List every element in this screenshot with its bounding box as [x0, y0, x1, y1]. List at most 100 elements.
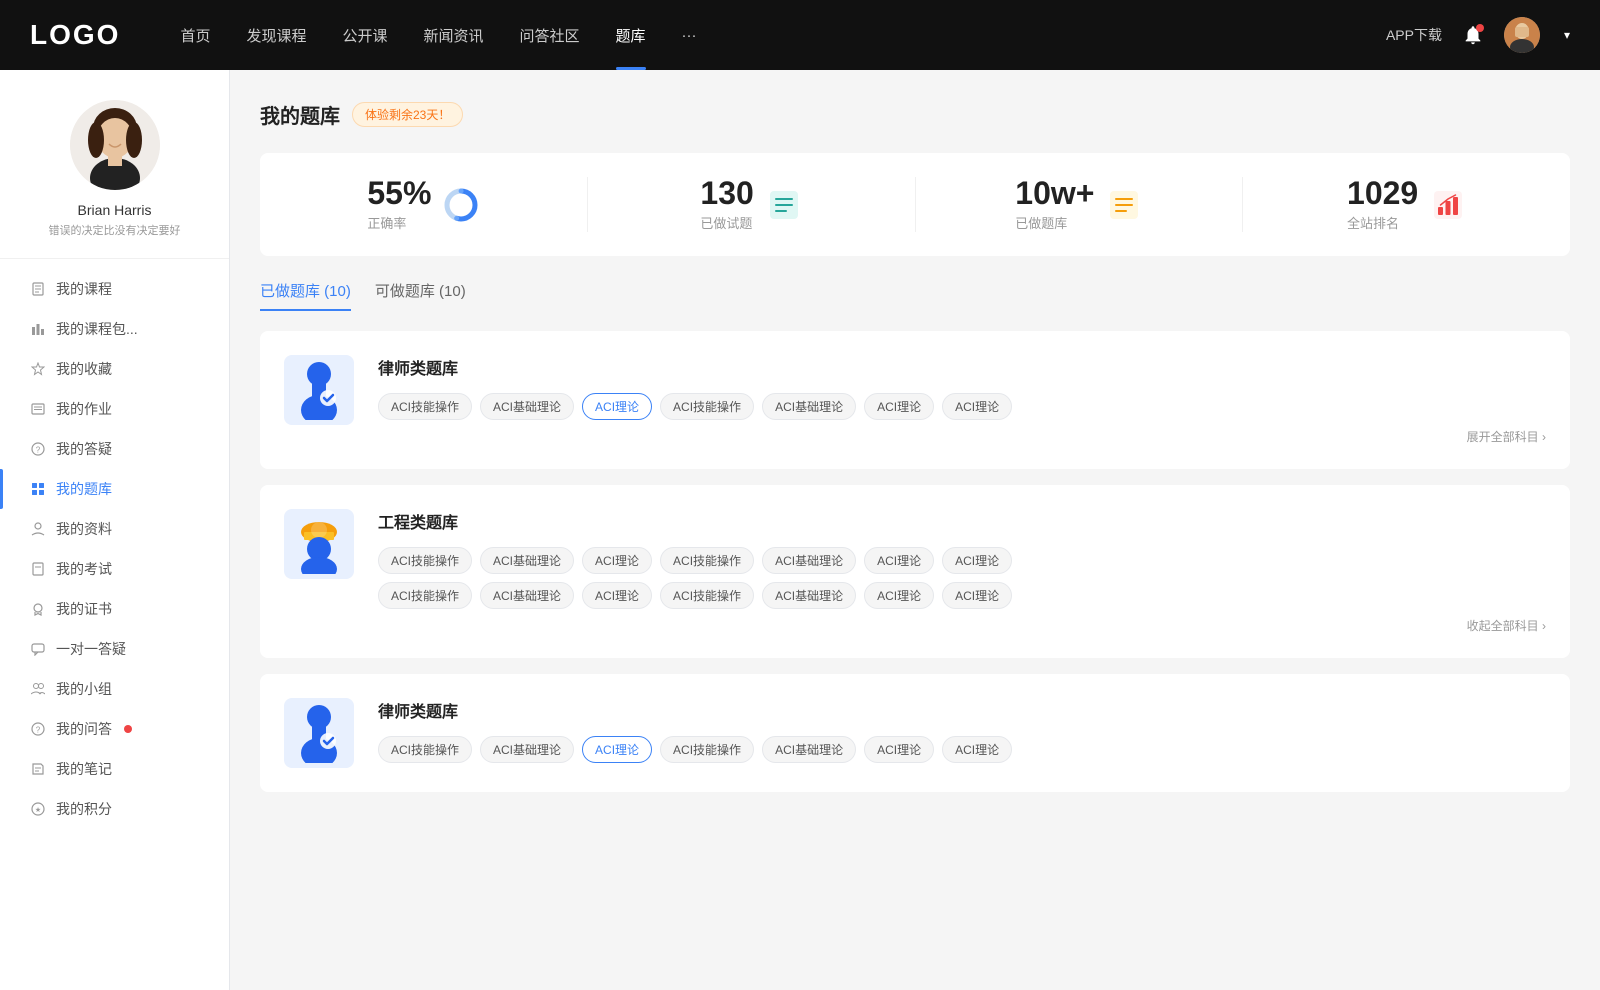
expand-link[interactable]: 展开全部科目 › — [378, 428, 1546, 445]
sidebar-item-我的课程包...[interactable]: 我的课程包... — [0, 309, 229, 349]
notification-bell[interactable] — [1462, 24, 1484, 46]
cert-icon — [30, 601, 46, 617]
avatar-illustration — [70, 100, 160, 190]
user-menu-chevron[interactable]: ▾ — [1564, 28, 1570, 42]
sidebar-item-我的课程[interactable]: 我的课程 — [0, 269, 229, 309]
sidebar-item-我的收藏[interactable]: 我的收藏 — [0, 349, 229, 389]
sidebar-item-label: 我的课程包... — [56, 319, 138, 339]
page-layout: Brian Harris 错误的决定比没有决定要好 我的课程我的课程包...我的… — [0, 70, 1600, 990]
tag[interactable]: ACI基础理论 — [762, 736, 856, 763]
tag[interactable]: ACI理论 — [582, 547, 652, 574]
sidebar-item-我的笔记[interactable]: 我的笔记 — [0, 749, 229, 789]
stat-label: 已做试题 — [700, 213, 753, 232]
stat-icon — [443, 187, 479, 223]
tag[interactable]: ACI技能操作 — [378, 736, 472, 763]
tag[interactable]: ACI理论 — [864, 547, 934, 574]
qa-icon: ? — [30, 721, 46, 737]
person-icon — [30, 521, 46, 537]
tag[interactable]: ACI技能操作 — [660, 547, 754, 574]
notification-dot — [1476, 24, 1484, 32]
qbank-title: 律师类题库 — [378, 698, 1546, 722]
lawyer-icon — [294, 703, 344, 763]
sidebar-item-我的答疑[interactable]: ? 我的答疑 — [0, 429, 229, 469]
tag[interactable]: ACI基础理论 — [480, 736, 574, 763]
stat-text: 10w+ 已做题库 — [1015, 177, 1094, 232]
profile-name: Brian Harris — [78, 202, 152, 218]
donut-chart-icon — [443, 187, 479, 223]
tag[interactable]: ACI理论 — [942, 736, 1012, 763]
tag[interactable]: ACI技能操作 — [378, 582, 472, 609]
tag[interactable]: ACI理论 — [864, 736, 934, 763]
star-icon — [30, 361, 46, 377]
app-download-label[interactable]: APP下载 — [1386, 25, 1442, 45]
qbank-card-0: 律师类题库ACI技能操作ACI基础理论ACI理论ACI技能操作ACI基础理论AC… — [260, 331, 1570, 469]
tag[interactable]: ACI基础理论 — [480, 547, 574, 574]
collapse-link[interactable]: 收起全部科目 › — [378, 617, 1546, 634]
question-icon: ? — [30, 441, 46, 457]
stat-text: 1029 全站排名 — [1347, 177, 1418, 232]
bar-icon — [30, 321, 46, 337]
tag[interactable]: ACI技能操作 — [660, 582, 754, 609]
tab-item[interactable]: 可做题库 (10) — [375, 280, 466, 311]
navbar-right: APP下载 ▾ — [1386, 17, 1570, 53]
tag[interactable]: ACI技能操作 — [660, 736, 754, 763]
tag[interactable]: ACI理论 — [582, 582, 652, 609]
stat-label: 正确率 — [367, 213, 431, 232]
lawyer-icon — [294, 360, 344, 420]
stat-value: 130 — [700, 177, 753, 209]
nav-item-发现课程[interactable]: 发现课程 — [246, 25, 306, 46]
qbank-cards-container: 律师类题库ACI技能操作ACI基础理论ACI理论ACI技能操作ACI基础理论AC… — [260, 331, 1570, 792]
sidebar-item-label: 我的课程 — [56, 279, 112, 299]
tag[interactable]: ACI基础理论 — [480, 393, 574, 420]
engineer-icon — [294, 514, 344, 574]
nav-item-公开课[interactable]: 公开课 — [342, 25, 387, 46]
tag[interactable]: ACI理论 — [864, 582, 934, 609]
nav-item-···[interactable]: ··· — [682, 27, 697, 44]
tag[interactable]: ACI基础理论 — [762, 393, 856, 420]
tag[interactable]: ACI理论 — [864, 393, 934, 420]
tag[interactable]: ACI技能操作 — [660, 393, 754, 420]
qbank-card-2: 律师类题库ACI技能操作ACI基础理论ACI理论ACI技能操作ACI基础理论AC… — [260, 674, 1570, 792]
tag[interactable]: ACI理论 — [942, 582, 1012, 609]
tag[interactable]: ACI技能操作 — [378, 547, 472, 574]
tabs-container: 已做题库 (10) 可做题库 (10) — [260, 280, 1570, 311]
page-title: 我的题库 — [260, 100, 340, 129]
sidebar-item-label: 我的答疑 — [56, 439, 112, 459]
tag[interactable]: ACI理论 — [942, 547, 1012, 574]
sidebar-item-我的积分[interactable]: ★我的积分 — [0, 789, 229, 829]
sidebar-item-我的考试[interactable]: 我的考试 — [0, 549, 229, 589]
sidebar-item-一对一答疑[interactable]: 一对一答疑 — [0, 629, 229, 669]
sidebar-item-label: 我的笔记 — [56, 759, 112, 779]
sidebar-item-我的题库[interactable]: 我的题库 — [0, 469, 229, 509]
navbar: LOGO 首页发现课程公开课新闻资讯问答社区题库··· APP下载 ▾ — [0, 0, 1600, 70]
tag[interactable]: ACI理论 — [582, 393, 652, 420]
tag[interactable]: ACI理论 — [582, 736, 652, 763]
stats-container: 55% 正确率 130 已做试题 10w+ 已做题库 1029 全站排名 — [260, 153, 1570, 256]
sidebar-item-我的作业[interactable]: 我的作业 — [0, 389, 229, 429]
stat-text: 55% 正确率 — [367, 177, 431, 232]
nav-item-首页[interactable]: 首页 — [180, 25, 210, 46]
sidebar-item-我的问答[interactable]: ? 我的问答 — [0, 709, 229, 749]
tag[interactable]: ACI技能操作 — [378, 393, 472, 420]
tag[interactable]: ACI基础理论 — [762, 582, 856, 609]
sidebar-item-我的资料[interactable]: 我的资料 — [0, 509, 229, 549]
qbank-body: 律师类题库ACI技能操作ACI基础理论ACI理论ACI技能操作ACI基础理论AC… — [378, 355, 1546, 445]
nav-item-问答社区[interactable]: 问答社区 — [520, 25, 580, 46]
list-yellow-icon — [1108, 189, 1140, 221]
sidebar-item-我的证书[interactable]: 我的证书 — [0, 589, 229, 629]
tag[interactable]: ACI基础理论 — [762, 547, 856, 574]
nav-item-新闻资讯[interactable]: 新闻资讯 — [424, 25, 484, 46]
stat-icon — [766, 187, 802, 223]
tab-item[interactable]: 已做题库 (10) — [260, 280, 351, 311]
sidebar-item-label: 我的考试 — [56, 559, 112, 579]
tag[interactable]: ACI理论 — [942, 393, 1012, 420]
note-icon — [30, 761, 46, 777]
nav-item-题库[interactable]: 题库 — [616, 25, 646, 46]
tag[interactable]: ACI基础理论 — [480, 582, 574, 609]
svg-text:?: ? — [36, 726, 41, 735]
user-avatar[interactable] — [1504, 17, 1540, 53]
qbank-tags-row1: ACI技能操作 ACI基础理论 ACI理论 ACI技能操作 ACI基础理论 ACI理论 AC… — [378, 736, 1546, 763]
sidebar-item-我的小组[interactable]: 我的小组 — [0, 669, 229, 709]
sidebar-item-label: 我的问答 — [56, 719, 112, 739]
qbank-card-1: 工程类题库ACI技能操作ACI基础理论ACI理论ACI技能操作ACI基础理论AC… — [260, 485, 1570, 658]
